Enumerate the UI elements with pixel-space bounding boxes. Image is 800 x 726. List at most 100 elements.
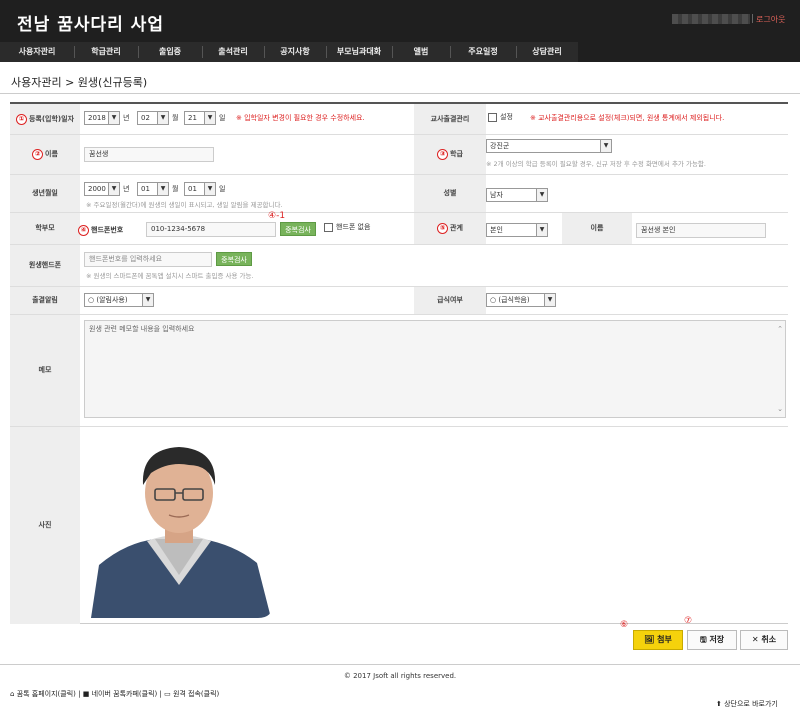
name-label: 이름 bbox=[45, 150, 58, 158]
entry-month-unit: 월 bbox=[172, 114, 179, 122]
attach-label: 첨부 bbox=[657, 635, 672, 644]
birth-day-select[interactable]: 01 ▼ bbox=[184, 182, 216, 196]
student-dup-check-button[interactable]: 중복검사 bbox=[216, 252, 252, 266]
row-divider bbox=[10, 314, 788, 315]
breadcrumb: 사용자관리 > 원생(신규등록) bbox=[11, 76, 148, 89]
teacher-attendance-warning: ※ 교사출결관리용으로 설정(체크)되면, 원생 통계에서 제외됩니다. bbox=[530, 114, 725, 122]
memo-textarea[interactable]: 원생 관련 메모할 내용을 입력하세요 ⌃ ⌄ bbox=[84, 320, 786, 418]
row-divider bbox=[10, 174, 788, 175]
nav-item-classes[interactable]: 학급관리 bbox=[74, 42, 138, 62]
entry-date-label: 등록(입학)일자 bbox=[28, 115, 75, 123]
student-photo bbox=[85, 435, 273, 618]
chevron-down-icon: ▼ bbox=[536, 189, 547, 201]
to-top-link[interactable]: ⬆ 상단으로 바로가기 bbox=[716, 699, 778, 709]
chevron-down-icon: ▼ bbox=[204, 112, 215, 124]
nav-item-users[interactable]: 사용자관리 bbox=[0, 42, 74, 62]
footer-divider bbox=[0, 664, 800, 665]
birth-month-unit: 월 bbox=[172, 185, 179, 193]
label-birth: 생년월일 bbox=[10, 174, 80, 212]
row-divider bbox=[10, 134, 788, 135]
nav-item-notice[interactable]: 공지사항 bbox=[264, 42, 326, 62]
label-name: ② 이름 bbox=[10, 134, 80, 174]
badge-2: ② bbox=[32, 148, 44, 160]
remote-link[interactable]: 원격 접속(클릭) bbox=[173, 690, 219, 698]
class-select[interactable]: 강진군 ▼ bbox=[486, 139, 612, 153]
homepage-link[interactable]: 꿈톡 홈페이지(클릭) bbox=[17, 690, 76, 698]
relation-select[interactable]: 본인 ▼ bbox=[486, 223, 548, 237]
label-photo: 사진 bbox=[10, 426, 80, 624]
birth-day-value: 01 bbox=[188, 185, 197, 193]
birth-month-select[interactable]: 01 ▼ bbox=[137, 182, 169, 196]
nav-item-schedule[interactable]: 주요일정 bbox=[450, 42, 516, 62]
student-phone-input[interactable]: 핸드폰번호를 입력하세요 bbox=[84, 252, 212, 267]
student-phone-note: ※ 원생의 스마트폰에 꿈톡앱 설치시 스마트 출입증 사용 가능. bbox=[86, 272, 254, 280]
nav-item-attendance[interactable]: 출석관리 bbox=[202, 42, 264, 62]
cancel-button[interactable]: ✕ 취소 bbox=[740, 630, 788, 650]
label-memo: 메모 bbox=[10, 314, 80, 426]
entry-year-select[interactable]: 2018 ▼ bbox=[84, 111, 120, 125]
scroll-up-icon[interactable]: ⌃ bbox=[777, 325, 783, 333]
nav-item-album[interactable]: 앨범 bbox=[392, 42, 450, 62]
entry-year-unit: 년 bbox=[123, 114, 130, 122]
entry-month-select[interactable]: 02 ▼ bbox=[137, 111, 169, 125]
nav-item-parent-chat[interactable]: 부모님과대화 bbox=[326, 42, 392, 62]
label-relation-name: 이름 bbox=[562, 212, 632, 244]
nav-item-counseling[interactable]: 상담관리 bbox=[516, 42, 578, 62]
no-phone-label: 핸드폰 없음 bbox=[336, 223, 371, 231]
header-divider bbox=[752, 14, 753, 23]
top-header: 전남 꿈사다리 사업 로그아웃 bbox=[0, 0, 800, 42]
meal-value: ○ (급식학음) bbox=[490, 296, 530, 304]
parent-dup-check-button[interactable]: 중복검사 bbox=[280, 222, 316, 236]
main-nav: 사용자관리 학급관리 출입증 출석관리 공지사항 부모님과대화 앨범 주요일정 … bbox=[0, 42, 800, 62]
attendance-alert-label: 출결알림 bbox=[32, 296, 58, 304]
chevron-down-icon: ▼ bbox=[108, 112, 119, 124]
meal-select[interactable]: ○ (급식학음) ▼ bbox=[486, 293, 556, 307]
nav-item-pass[interactable]: 출입증 bbox=[138, 42, 202, 62]
attendance-alert-select[interactable]: ○ (알림사용) ▼ bbox=[84, 293, 154, 307]
teacher-attendance-label: 교사출결관리 bbox=[430, 115, 470, 123]
label-parent: 학부모 bbox=[10, 212, 80, 244]
to-top-label: 상단으로 바로가기 bbox=[724, 700, 778, 708]
cancel-label: 취소 bbox=[761, 635, 777, 644]
birth-day-unit: 일 bbox=[219, 185, 226, 193]
chevron-down-icon: ▼ bbox=[108, 183, 119, 195]
attach-badge: ⑥ bbox=[620, 620, 629, 630]
cafe-icon: ■ bbox=[82, 690, 90, 698]
badge-1: ① bbox=[15, 113, 27, 125]
save-button[interactable]: 🖫 저장 bbox=[687, 630, 737, 650]
save-label: 저장 bbox=[709, 635, 725, 644]
chevron-down-icon: ▼ bbox=[142, 294, 153, 306]
name-input[interactable]: 꿈선생 bbox=[84, 147, 214, 162]
student-phone-label: 원생핸드폰 bbox=[28, 261, 62, 269]
chevron-down-icon: ▼ bbox=[157, 112, 168, 124]
chevron-down-icon: ▼ bbox=[536, 224, 547, 236]
teacher-attendance-checkbox[interactable]: 설정 bbox=[488, 112, 513, 122]
relation-label: 관계 bbox=[450, 224, 463, 232]
badge-5: ⑤ bbox=[437, 222, 449, 234]
birth-year-value: 2000 bbox=[88, 185, 106, 193]
birth-label: 생년월일 bbox=[32, 189, 58, 197]
logout-link[interactable]: 로그아웃 bbox=[756, 14, 785, 25]
gender-select[interactable]: 남자 ▼ bbox=[486, 188, 548, 202]
memo-label: 메모 bbox=[38, 366, 52, 374]
label-gender: 성별 bbox=[414, 174, 486, 212]
photo-label: 사진 bbox=[38, 521, 52, 529]
breadcrumb-divider bbox=[0, 93, 800, 94]
row-divider bbox=[10, 426, 788, 427]
entry-day-value: 21 bbox=[188, 114, 197, 122]
entry-day-select[interactable]: 21 ▼ bbox=[184, 111, 216, 125]
label-attendance-alert: 출결알림 bbox=[10, 286, 80, 314]
relation-name-input[interactable]: 꿈선생 본인 bbox=[636, 223, 766, 238]
copyright: © 2017 Jsoft all rights reserved. bbox=[343, 672, 457, 680]
cafe-link[interactable]: 네이버 꿈톡카페(클릭) bbox=[92, 690, 158, 698]
label-student-phone: 원생핸드폰 bbox=[10, 244, 80, 286]
no-phone-checkbox[interactable]: 핸드폰 없음 bbox=[324, 222, 370, 232]
close-icon: ✕ bbox=[751, 635, 759, 644]
scroll-down-icon[interactable]: ⌄ bbox=[777, 405, 783, 413]
chevron-down-icon: ▼ bbox=[600, 140, 611, 152]
label-teacher-attendance: 교사출결관리 bbox=[414, 104, 486, 134]
parent-phone-input[interactable]: 010-1234-5678 bbox=[146, 222, 276, 237]
arrow-up-circle-icon: ⬆ bbox=[716, 700, 722, 708]
birth-year-select[interactable]: 2000 ▼ bbox=[84, 182, 120, 196]
attach-button[interactable]: 🖼 첨부 bbox=[633, 630, 683, 650]
